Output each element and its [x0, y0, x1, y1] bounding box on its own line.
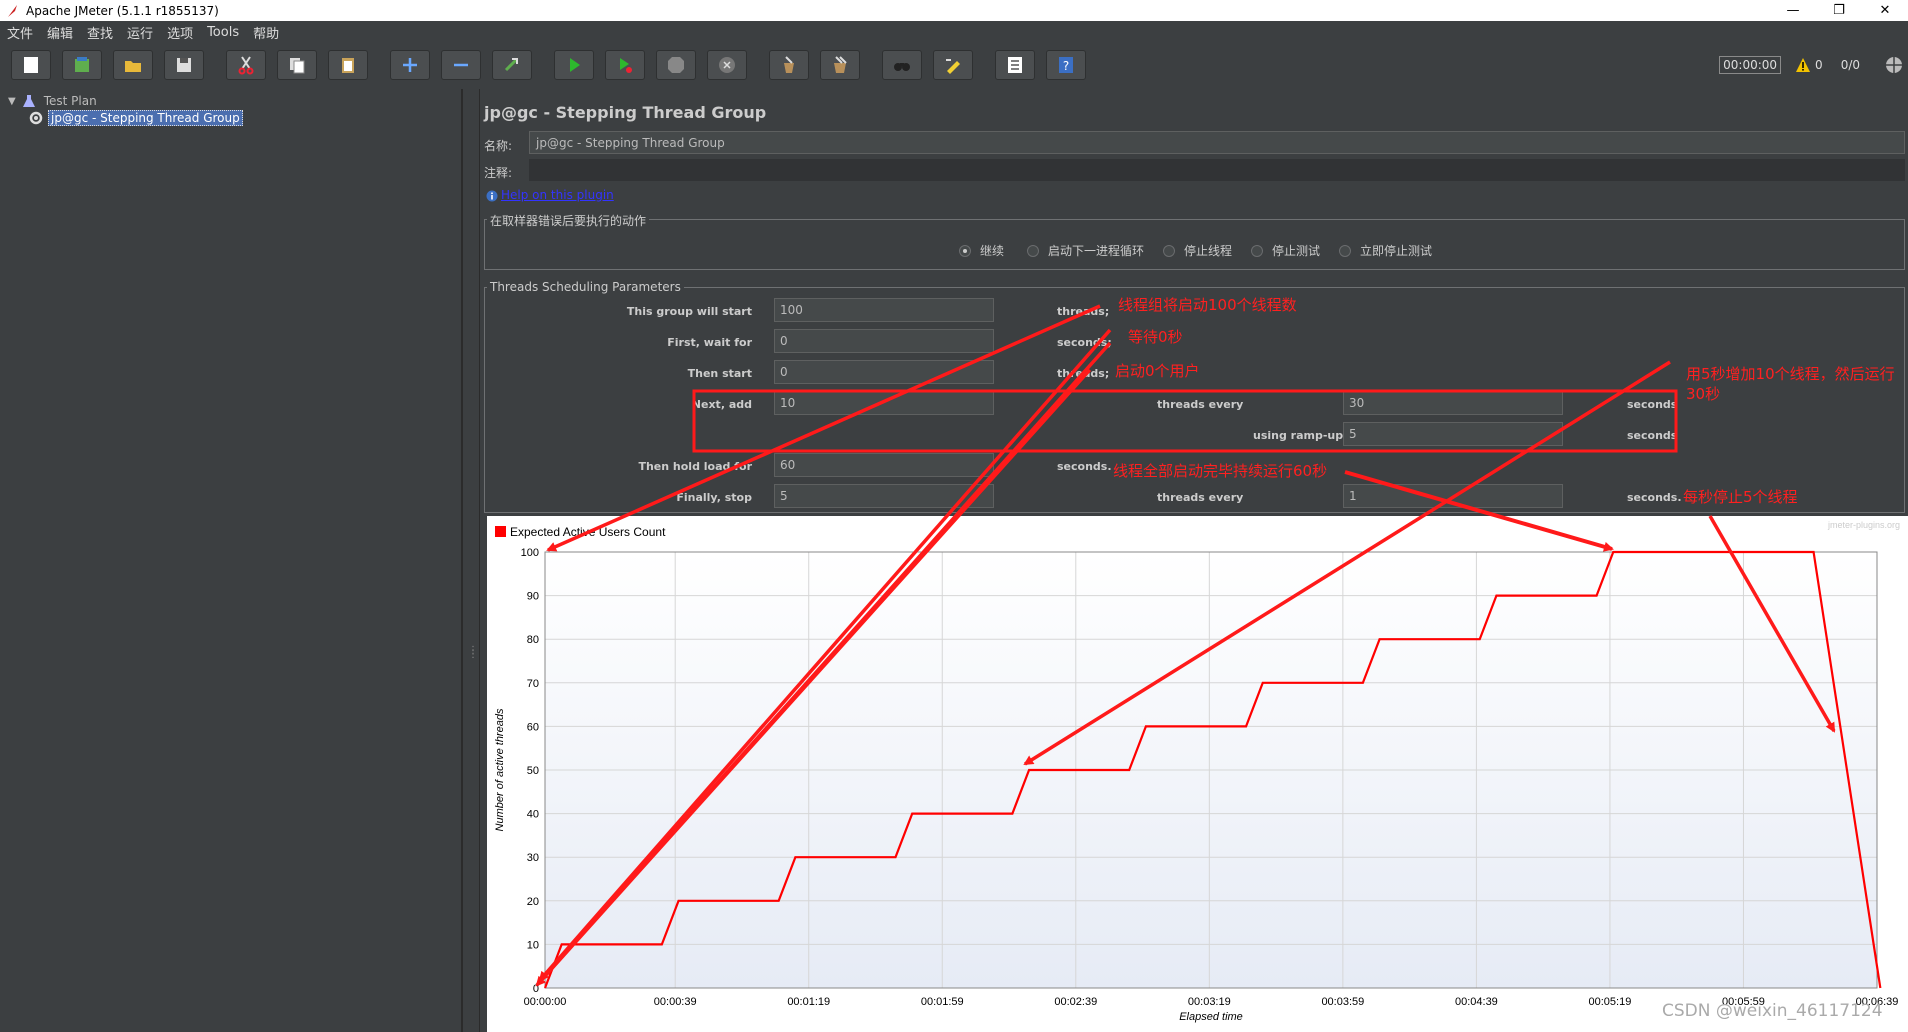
- annotation-hold: 线程全部启动完毕持续运行60秒: [1113, 462, 1328, 480]
- annotation-arrow-then-start-2: [538, 368, 1092, 984]
- annotation-overlay: [535, 304, 1836, 987]
- annotation-arrow-start-threads: [546, 304, 1101, 552]
- annotation-arrow-stop: [1708, 515, 1836, 733]
- csdn-watermark: CSDN @weixin_46117124: [1662, 1001, 1883, 1021]
- annotation-step-add: 用5秒增加10个线程，然后运行30秒: [1686, 365, 1895, 403]
- annotation-arrow-hold: [1344, 470, 1614, 552]
- annotation-arrow-step: [1023, 360, 1671, 766]
- annotation-stop: 每秒停止5个线程: [1683, 488, 1798, 506]
- annotation-then-start: 启动0个用户: [1115, 362, 1200, 380]
- annotation-start-threads: 线程组将启动100个线程数: [1118, 296, 1297, 314]
- annotation-wait: 等待0秒: [1128, 328, 1183, 346]
